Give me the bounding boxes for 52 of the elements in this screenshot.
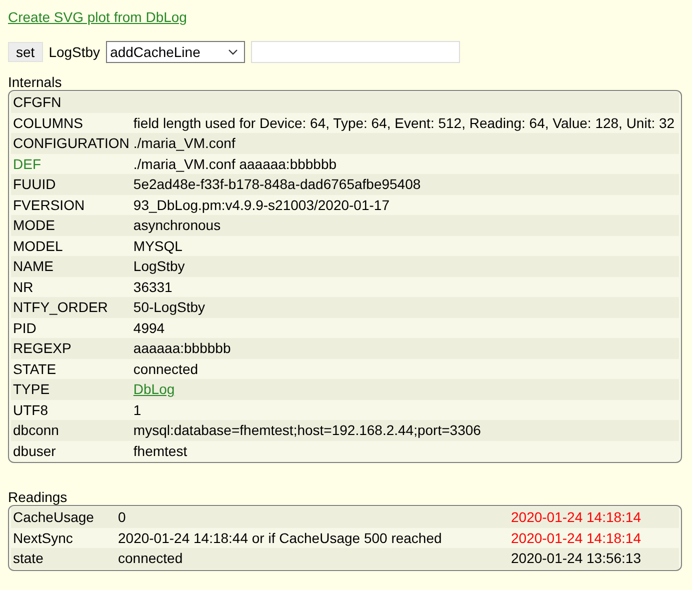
plot-link[interactable]: Create SVG plot from DbLog xyxy=(8,9,187,25)
internal-value: LogStby xyxy=(133,258,185,274)
internal-name: dbconn xyxy=(13,422,59,438)
internal-name: REGEXP xyxy=(13,340,72,356)
internal-name: MODE xyxy=(13,217,55,234)
internal-value: MYSQL xyxy=(133,238,182,254)
section-title: Readings xyxy=(8,489,68,505)
internal-value: ./maria_VM.conf aaaaaa:bbbbbb xyxy=(133,156,337,172)
reading-timestamp: 2020-01-24 14:18:14 xyxy=(511,509,641,526)
device-label: LogStby xyxy=(48,44,100,60)
internal-value-link[interactable]: DbLog xyxy=(133,381,175,398)
internal-name: NR xyxy=(13,278,34,295)
internal-name: UTF8 xyxy=(13,402,48,418)
internal-name: STATE xyxy=(13,360,56,377)
internal-value: 5e2ad48e-f33f-b178-848a-dad6765afbe95408 xyxy=(133,176,421,192)
caret-icon xyxy=(228,49,238,55)
internal-name: FVERSION xyxy=(13,196,85,213)
reading-timestamp: 2020-01-24 13:56:13 xyxy=(511,550,641,566)
internal-value: 50-LogStby xyxy=(133,299,206,316)
internal-name: NTFY_ORDER xyxy=(13,299,108,316)
internal-value: asynchronous xyxy=(133,217,221,234)
internal-name: COLUMNS xyxy=(13,114,84,131)
internal-value: field length used for Device: 64, Type: 64, Event: 512, Reading: 64, Value: 128, Unit: 32 xyxy=(133,114,675,131)
command-dropdown[interactable]: addCacheLine xyxy=(106,41,246,63)
internal-value: 1 xyxy=(133,402,142,418)
reading-name: NextSync xyxy=(13,530,73,546)
internal-value: aaaaaa:bbbbbb xyxy=(133,340,231,356)
reading-timestamp: 2020-01-24 14:18:14 xyxy=(511,530,641,546)
set-button[interactable]: set xyxy=(8,42,43,62)
internal-name: dbuser xyxy=(13,442,56,459)
reading-value: connected xyxy=(118,550,183,566)
internal-value: mysql:database=fhemtest;host=192.168.2.44;port=3306 xyxy=(133,422,481,438)
internal-name: NAME xyxy=(13,258,54,274)
section-title: Internals xyxy=(8,74,62,90)
internal-name: CONFIGURATION xyxy=(13,135,130,152)
internal-name: TYPE xyxy=(13,381,50,398)
internal-name: CFGFN xyxy=(13,94,62,110)
reading-value: 2020-01-24 14:18:44 or if CacheUsage 500 reached xyxy=(118,530,442,546)
internal-value: 4994 xyxy=(133,320,165,336)
internal-name-link[interactable]: DEF xyxy=(13,156,41,172)
internal-value: 93_DbLog.pm:v4.9.9-s21003/2020-01-17 xyxy=(133,196,390,213)
internal-name: MODEL xyxy=(13,238,63,254)
internal-value: 36331 xyxy=(133,278,172,295)
internal-value: ./maria_VM.conf xyxy=(133,135,236,152)
reading-name: CacheUsage xyxy=(13,509,94,526)
internal-value: fhemtest xyxy=(133,442,188,459)
internal-value: connected xyxy=(133,360,198,377)
reading-value: 0 xyxy=(118,509,126,526)
internal-name: FUUID xyxy=(13,176,56,192)
internal-name: PID xyxy=(13,320,36,336)
reading-name: state xyxy=(13,550,44,566)
input-field[interactable] xyxy=(251,41,460,63)
